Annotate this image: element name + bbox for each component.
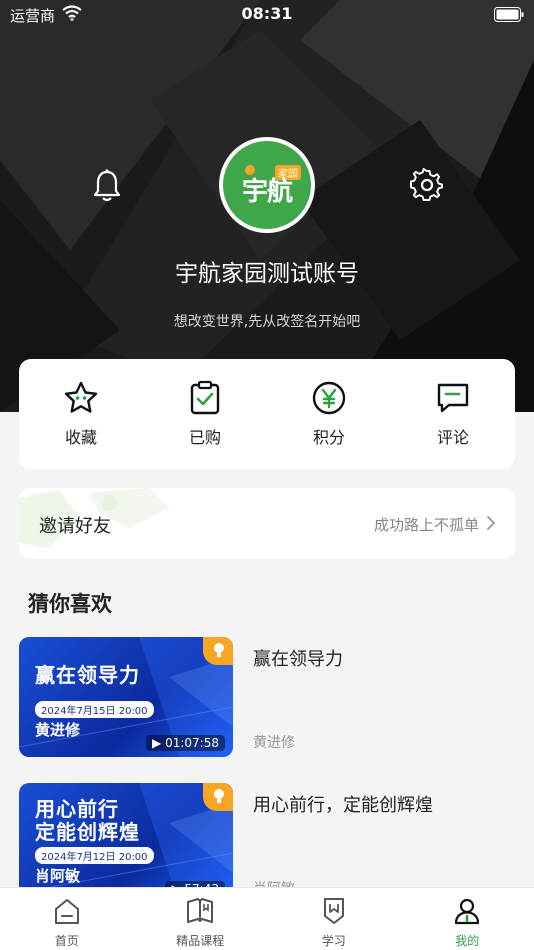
course-title: 赢在领导力 — [253, 649, 343, 670]
thumb-teacher: 肖阿敏 — [35, 867, 81, 885]
quick-action-favorites[interactable]: 收藏 — [19, 359, 143, 469]
thumb-title-line1: 用心前行 — [35, 797, 119, 821]
duration-badge: ▶ 01:07:58 — [146, 735, 225, 751]
course-thumbnail[interactable]: 赢在领导力 2024年7月15日 20:00 黄进修 ▶ 01:07:58 — [19, 637, 233, 757]
tab-home[interactable]: 首页 — [0, 888, 134, 950]
bookmark-icon — [323, 898, 344, 924]
thumb-title-line1: 赢在领导力 — [35, 663, 140, 687]
avatar-logo: 家园 宇航 — [223, 141, 311, 229]
clipboard-check-icon — [190, 380, 220, 415]
clock: 08:31 — [241, 4, 293, 23]
tab-mine[interactable]: 我的 — [401, 888, 534, 950]
quick-actions-card: 收藏 已购 积分 评论 — [19, 359, 515, 469]
star-icon — [64, 381, 98, 413]
bulb-icon — [203, 783, 233, 811]
invite-subtitle: 成功路上不孤单 — [373, 516, 479, 534]
thumb-date: 2024年7月15日 20:00 — [35, 701, 154, 718]
signature[interactable]: 想改变世界,先从改签名开始吧 — [0, 311, 534, 331]
invite-friends-row[interactable]: 邀请好友 成功路上不孤单 — [19, 488, 515, 559]
home-icon — [54, 899, 79, 924]
quick-action-label: 积分 — [312, 428, 345, 447]
tab-label: 学习 — [321, 934, 346, 948]
yen-circle-icon — [312, 381, 346, 415]
avatar-text: 宇航 — [241, 177, 293, 207]
course-thumbnail[interactable]: 用心前行 定能创辉煌 2024年7月12日 20:00 肖阿敏 ▶ 57:43 — [19, 783, 233, 903]
tab-courses[interactable]: 精品课程 — [134, 888, 268, 950]
course-item[interactable]: 赢在领导力 2024年7月15日 20:00 黄进修 ▶ 01:07:58 赢在… — [19, 637, 515, 759]
avatar[interactable]: 家园 宇航 — [219, 137, 315, 233]
user-icon — [455, 898, 480, 925]
thumb-date: 2024年7月12日 20:00 — [35, 847, 154, 864]
quick-action-purchased[interactable]: 已购 — [143, 359, 267, 469]
quick-action-label: 收藏 — [64, 428, 97, 447]
bell-icon[interactable] — [90, 168, 124, 204]
course-teacher: 黄进修 — [253, 735, 295, 751]
thumb-title-line2: 定能创辉煌 — [35, 820, 140, 844]
status-bar: 运营商 08:31 — [0, 0, 534, 30]
username: 宇航家园测试账号 — [175, 261, 359, 287]
profile-header: 运营商 08:31 家园 宇航 宇航家园测试账号 想改变世界,先从改签名开始吧 — [0, 0, 534, 412]
quick-action-comments[interactable]: 评论 — [391, 359, 515, 469]
comment-icon — [437, 383, 469, 413]
tab-label: 精品课程 — [176, 934, 225, 948]
tab-label: 首页 — [54, 934, 79, 948]
tab-label: 我的 — [455, 934, 480, 948]
quick-action-points[interactable]: 积分 — [267, 359, 391, 469]
thumb-teacher: 黄进修 — [35, 721, 81, 739]
tab-study[interactable]: 学习 — [267, 888, 401, 950]
bulb-icon — [203, 637, 233, 665]
gear-icon[interactable] — [410, 168, 444, 202]
chevron-right-icon — [487, 516, 495, 530]
battery-icon — [494, 7, 524, 22]
bottom-tab-bar: 首页 精品课程 学习 我的 — [0, 887, 534, 950]
duration-text: 01:07:58 — [165, 736, 219, 750]
quick-action-label: 评论 — [436, 428, 469, 447]
invite-title: 邀请好友 — [39, 516, 111, 537]
course-title: 用心前行，定能创辉煌 — [253, 795, 433, 816]
recommend-title: 猜你喜欢 — [28, 592, 112, 616]
quick-action-label: 已购 — [188, 428, 221, 447]
book-icon — [187, 898, 214, 923]
